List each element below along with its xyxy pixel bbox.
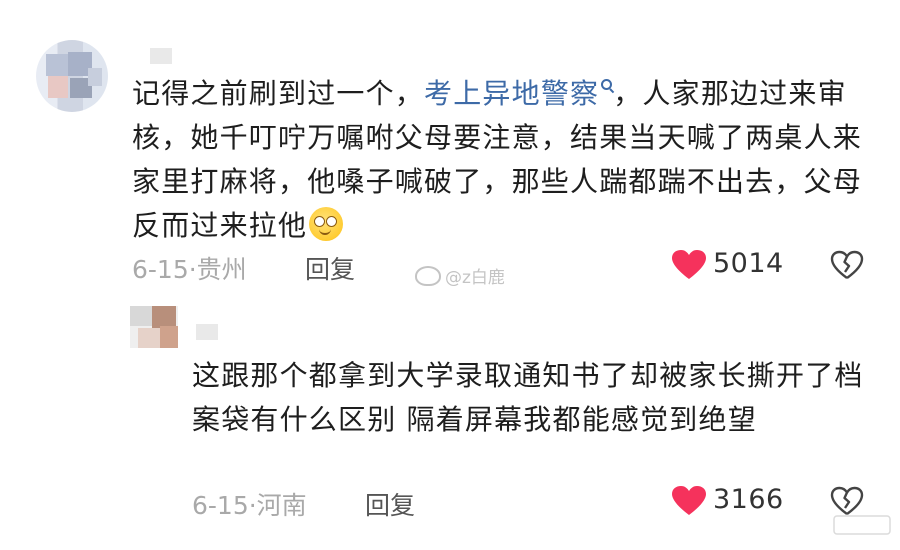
heart-icon[interactable] [672,250,706,280]
weibo-logo-icon [833,515,891,535]
username-blurred[interactable] [196,324,218,340]
avatar[interactable] [130,306,178,348]
reply-button[interactable]: 回复 [305,250,355,286]
like-count: 3166 [713,484,784,515]
avatar[interactable] [36,40,108,112]
username-blurred[interactable] [150,48,172,64]
watermark-text: @z白鹿 [445,268,505,288]
search-icon [601,79,613,91]
dislike-icon[interactable] [830,250,864,280]
search-link-label[interactable]: 考上异地警察 [424,77,599,110]
comment-text-part: 记得之前刷到过一个， [132,77,425,110]
heart-icon[interactable] [672,486,706,516]
like-count: 5014 [713,248,784,279]
comment-text: 这跟那个都拿到大学录取通知书了却被家长撕开了档案袋有什么区别 隔着屏幕我都能感觉… [192,359,864,436]
smiling-face-icon [309,207,344,241]
comment-text: 记得之前刷到过一个，考上异地警察 ，人家那边过来审核，她千叮咛万嘱咐父母要注意，结… [132,72,872,248]
watermark: @z白鹿 [415,263,505,288]
search-link[interactable]: 考上异地警察 [424,77,613,110]
comment-date-location: 6-15·河南 [192,491,307,520]
comment-date-location: 6-15·贵州 [132,255,247,284]
reply-button[interactable]: 回复 [365,486,415,522]
weibo-icon [415,265,441,286]
